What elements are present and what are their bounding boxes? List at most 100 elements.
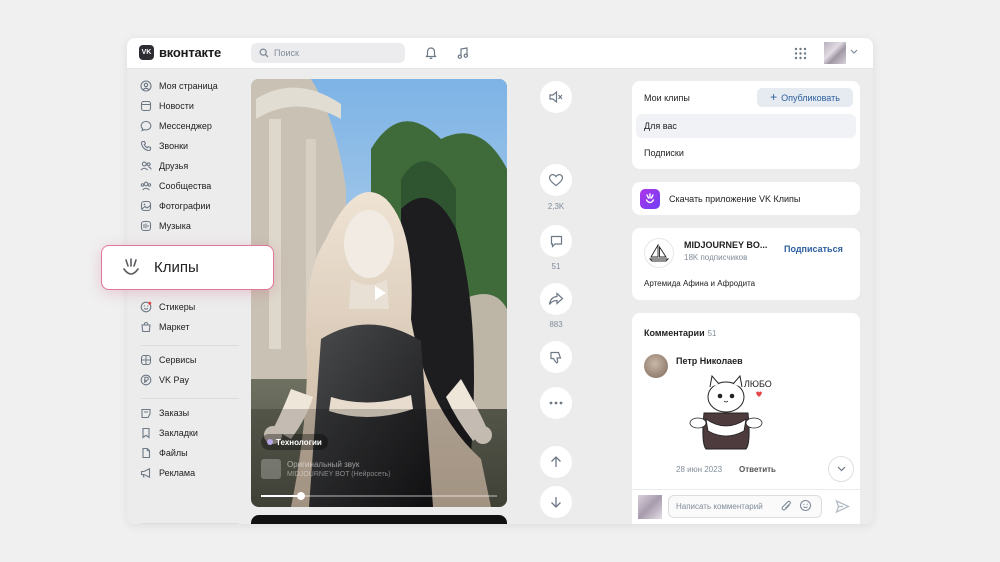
menu-item-calls[interactable]: Звонки	[140, 138, 188, 154]
menu-item-services[interactable]: Сервисы	[140, 352, 196, 368]
profile-avatar[interactable]	[824, 42, 846, 64]
menu-item-files[interactable]: Файлы	[140, 445, 188, 461]
comments-title: Комментарии	[644, 328, 705, 338]
more-button[interactable]	[540, 387, 572, 419]
communities-icon	[140, 181, 152, 191]
menu-item-photos[interactable]: Фотографии	[140, 198, 210, 214]
likes-count: 2,3K	[547, 202, 565, 211]
tab-for-you[interactable]: Для вас	[636, 114, 856, 138]
midjourney-sailboat-icon	[649, 244, 669, 262]
tag-label: Технологии	[276, 437, 322, 447]
next-clip-preview[interactable]	[251, 515, 507, 524]
menu-item-clips-highlighted[interactable]: Клипы	[101, 245, 274, 290]
subscribe-button[interactable]: Подписаться	[784, 244, 843, 254]
share-button[interactable]	[540, 283, 572, 315]
menu-item-music[interactable]: Музыка	[140, 218, 191, 234]
menu-item-ads[interactable]: Реклама	[140, 465, 195, 481]
menu-item-market[interactable]: Маркет	[140, 319, 189, 335]
comment-date: 28 июн 2023	[676, 465, 723, 474]
apps-grid-icon[interactable]	[792, 45, 808, 61]
vk-logo[interactable]: VK вконтакте	[139, 45, 221, 60]
clips-label: Клипы	[154, 259, 199, 276]
publish-button[interactable]: + Опубликовать	[757, 88, 853, 107]
author-subscribers: 18K подписчиков	[684, 253, 748, 262]
menu-label: Мессенджер	[159, 121, 212, 131]
cat-sticker-image: ЛЮБО	[689, 374, 772, 450]
paperclip-icon[interactable]	[780, 499, 793, 512]
menu-label: Сообщества	[159, 181, 212, 191]
commenter-name[interactable]: Петр Николаев	[676, 356, 743, 366]
heart-icon	[548, 173, 564, 187]
commenter-avatar[interactable]	[644, 354, 668, 378]
comment-icon	[550, 235, 562, 248]
menu-item-communities[interactable]: Сообщества	[140, 178, 211, 194]
comment-composer: Написать комментарий	[632, 489, 860, 524]
download-label: Скачать приложение VK Клипы	[669, 193, 801, 204]
share-icon	[548, 292, 564, 305]
menu-label: Закладки	[159, 428, 198, 438]
clip-video[interactable]: Технологии Оригинальный звук MIDJOURNEY …	[251, 79, 507, 507]
sticker-text: ЛЮБО	[744, 379, 772, 389]
menu-item-stickers[interactable]: Стикеры	[140, 299, 195, 315]
video-progress-bar[interactable]	[261, 492, 497, 500]
menu-label: Заказы	[159, 408, 190, 418]
vkpay-icon	[140, 374, 152, 386]
download-app-banner[interactable]: Скачать приложение VK Клипы	[632, 182, 860, 215]
menu-item-friends[interactable]: Друзья	[140, 158, 188, 174]
comments-total: 51	[707, 329, 717, 338]
menu-divider	[141, 398, 239, 399]
next-clip-button[interactable]	[540, 486, 572, 518]
menu-label: Маркет	[159, 322, 190, 332]
menu-label: Фотографии	[159, 201, 211, 211]
menu-label: VK Pay	[159, 375, 190, 385]
menu-divider	[141, 523, 239, 524]
shares-count: 883	[549, 320, 563, 329]
menu-item-messenger[interactable]: Мессенджер	[140, 118, 212, 134]
menu-item-my-page[interactable]: Моя страница	[140, 78, 218, 94]
comments-heading: Комментарии 51	[644, 328, 717, 338]
friends-icon	[140, 161, 152, 171]
emoji-icon[interactable]	[799, 499, 812, 512]
menu-label: Музыка	[159, 221, 191, 231]
like-button[interactable]	[540, 164, 572, 196]
search-icon	[259, 48, 269, 58]
my-clips-title[interactable]: Мои клипы	[644, 93, 690, 103]
music-note-icon[interactable]	[455, 45, 471, 61]
play-icon[interactable]	[369, 283, 389, 303]
vk-clips-app-icon	[640, 188, 660, 209]
chevron-down-icon[interactable]	[850, 49, 858, 55]
author-name[interactable]: MIDJOURNEY BO...	[684, 240, 767, 250]
menu-item-news[interactable]: Новости	[140, 98, 194, 114]
send-icon[interactable]	[835, 499, 850, 514]
left-menu: Моя страница Новости Мессенджер Звонки Д…	[127, 69, 247, 524]
menu-item-bookmarks[interactable]: Закладки	[140, 425, 198, 441]
dislike-button[interactable]	[540, 341, 572, 373]
comment-input-placeholder: Написать комментарий	[676, 502, 763, 511]
publish-label: Опубликовать	[781, 92, 840, 103]
comments-count: 51	[551, 262, 561, 271]
menu-label: Стикеры	[159, 302, 196, 312]
music-icon	[140, 220, 152, 232]
previous-clip-button[interactable]	[540, 446, 572, 478]
scroll-down-button[interactable]	[828, 456, 854, 482]
mute-button[interactable]	[540, 81, 572, 113]
services-icon	[140, 354, 152, 366]
chevron-down-icon	[837, 466, 845, 472]
audio-info[interactable]: Оригинальный звук MIDJOURNEY BOT (Нейрос…	[261, 459, 391, 479]
menu-item-orders[interactable]: Заказы	[140, 405, 189, 421]
author-avatar[interactable]	[644, 238, 674, 268]
tab-subscriptions[interactable]: Подписки	[644, 148, 684, 158]
bell-icon[interactable]	[423, 45, 439, 61]
files-icon	[142, 447, 151, 459]
menu-label: Файлы	[159, 448, 188, 458]
reply-button[interactable]: Ответить	[739, 465, 776, 474]
comment-button[interactable]	[540, 225, 572, 257]
search-input[interactable]: Поиск	[251, 43, 405, 63]
market-icon	[141, 321, 151, 333]
audio-title: Оригинальный звук	[287, 460, 360, 469]
photo-icon	[140, 200, 152, 212]
topic-tag[interactable]: Технологии	[261, 434, 328, 450]
progress-fill	[261, 495, 302, 497]
arrow-up-icon	[551, 456, 561, 467]
menu-item-vkpay[interactable]: VK Pay	[140, 372, 189, 388]
